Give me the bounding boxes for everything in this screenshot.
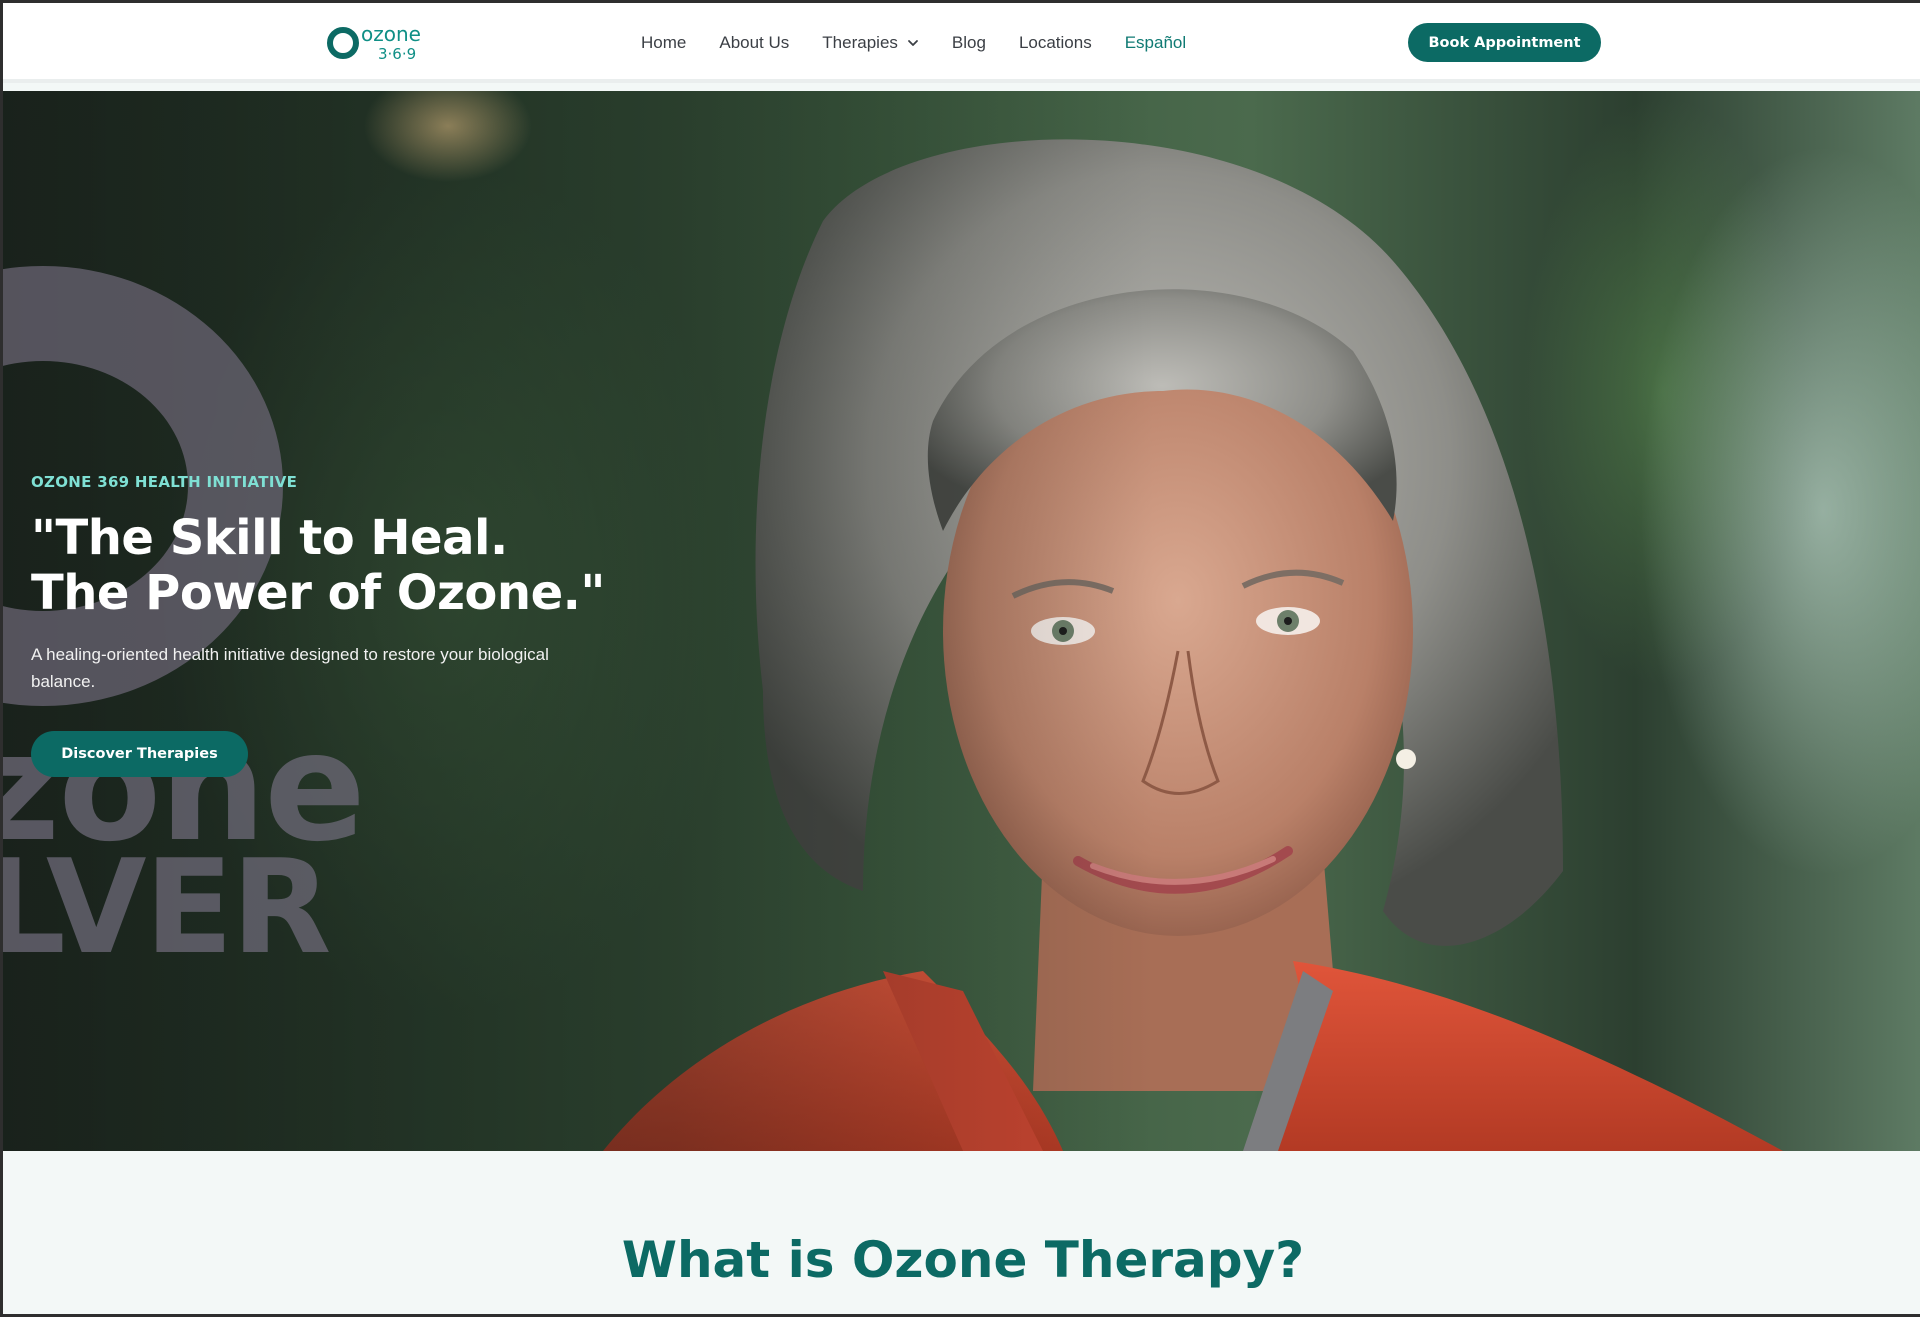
- hero-subtitle: A healing-oriented health initiative des…: [31, 645, 549, 691]
- hero-eyebrow: OZONE 369 HEALTH INITIATIVE: [31, 473, 298, 491]
- discover-therapies-button[interactable]: Discover Therapies: [31, 731, 248, 777]
- nav-locations[interactable]: Locations: [1019, 33, 1092, 53]
- nav-locations-label: Locations: [1018, 33, 1092, 52]
- hero-headline-line1: "The Skill to Heal.: [31, 510, 508, 566]
- main-nav: Home About Us Therapies Blog Locations E…: [641, 3, 1219, 83]
- hero-headline: "The Skill to Heal. The Power of Ozone.": [31, 511, 651, 621]
- what-is-ozone-section: What is Ozone Therapy?: [3, 1151, 1920, 1314]
- logo-subtext: 3·6·9: [378, 45, 416, 63]
- nav-about-us[interactable]: About Us: [719, 33, 789, 53]
- nav-espanol[interactable]: Español: [1125, 33, 1186, 53]
- nav-about-us-label: About Us: [719, 33, 790, 52]
- chevron-down-icon: [908, 40, 918, 46]
- hero-headline-line2: The Power of Ozone.": [31, 565, 605, 621]
- nav-therapies[interactable]: Therapies: [822, 33, 919, 53]
- watermark-text-line2: LVER: [3, 831, 331, 983]
- nav-home-label: Home: [641, 33, 687, 52]
- nav-blog[interactable]: Blog: [952, 33, 986, 53]
- hero-section: zone LVER OZONE 369 HEALTH INITIATIVE "T…: [3, 91, 1920, 1151]
- section-title: What is Ozone Therapy?: [621, 1231, 1305, 1289]
- ozone-369-logo[interactable]: ozone 3·6·9: [326, 21, 441, 65]
- nav-therapies-label: Therapies: [822, 33, 898, 52]
- book-appointment-button[interactable]: Book Appointment: [1408, 23, 1601, 62]
- nav-blog-label: Blog: [951, 33, 986, 52]
- site-header: ozone 3·6·9 Home About Us Therapies Blog…: [3, 3, 1920, 83]
- hero-copy: OZONE 369 HEALTH INITIATIVE "The Skill t…: [31, 473, 651, 777]
- nav-home[interactable]: Home: [641, 33, 686, 53]
- page-frame: ozone 3·6·9 Home About Us Therapies Blog…: [0, 0, 1920, 1317]
- nav-espanol-label: Español: [1124, 33, 1187, 52]
- logo-text: ozone: [361, 22, 421, 46]
